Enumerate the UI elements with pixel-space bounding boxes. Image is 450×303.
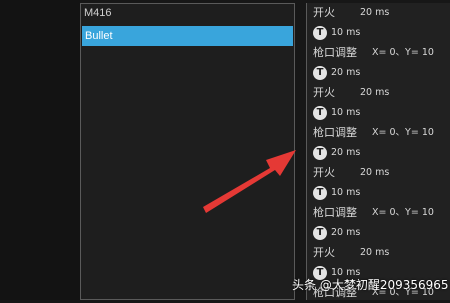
watermark: 头条 @大梦初醒209356965 bbox=[292, 278, 449, 292]
annotation-arrow bbox=[203, 150, 296, 213]
arrow-shape bbox=[203, 150, 296, 213]
